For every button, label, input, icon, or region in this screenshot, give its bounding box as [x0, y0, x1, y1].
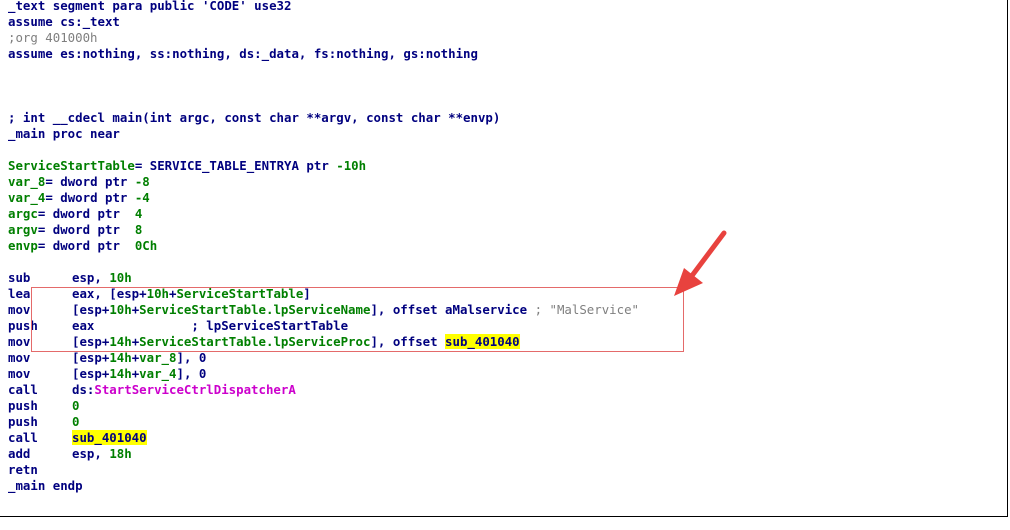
disassembly-view[interactable]: _text segment para public 'CODE' use32 a…	[0, 0, 1008, 517]
annotation-arrow-icon	[674, 230, 727, 296]
